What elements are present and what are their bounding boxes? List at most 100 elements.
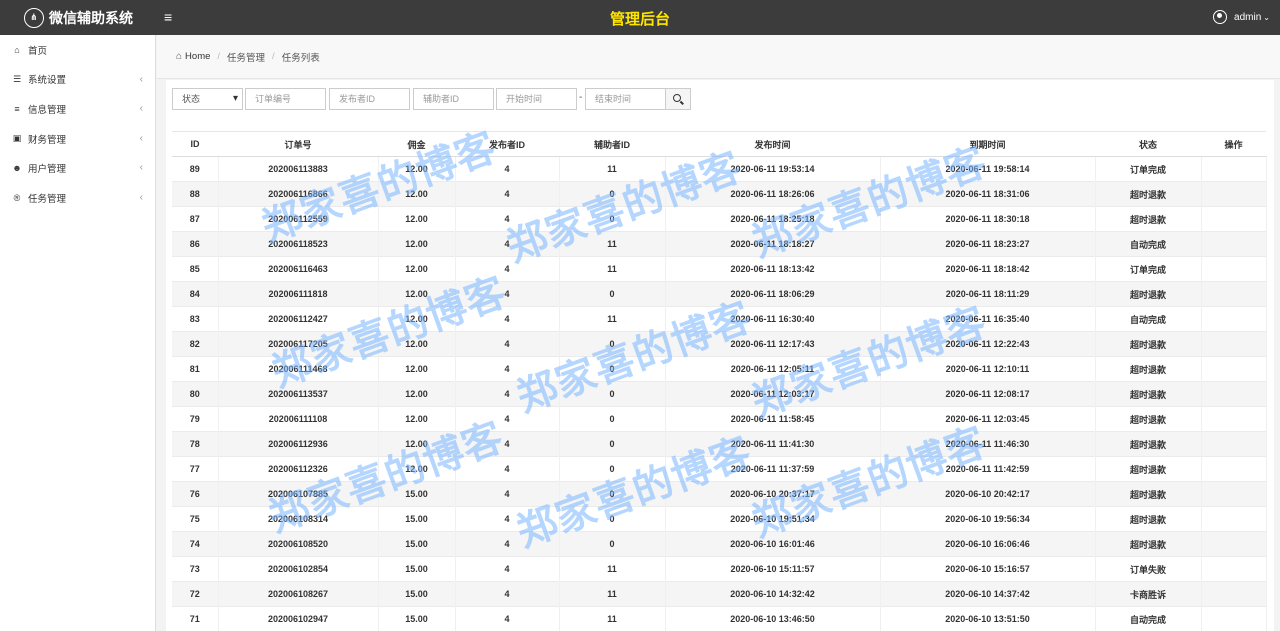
table-row[interactable]: 75 202006108314 15.00 4 0 2020-06-10 19:51:34… [172,506,1267,532]
table-cell: 2020-06-11 18:31:06 [880,181,1096,207]
table-row[interactable]: 87 202006112559 12.00 4 0 2020-06-11 18:25:18… [172,206,1267,232]
sidebar-item-task[interactable]: ® 任务管理 ‹ [0,183,155,213]
column-header[interactable]: 佣金 [378,131,455,157]
helper-id-input[interactable]: 辅助者ID [413,88,494,110]
column-header[interactable]: ID [172,131,218,157]
list-icon: ≡ [14,103,20,114]
table-cell: 0 [559,531,666,557]
table-cell: 0 [559,331,666,357]
table-cell: 12.00 [378,356,456,382]
table-row[interactable]: 73 202006102854 15.00 4 11 2020-06-10 15:11:5… [172,556,1267,582]
table-cell: 4 [455,206,560,232]
search-button[interactable] [665,88,691,110]
column-header[interactable]: 到期时间 [880,131,1095,157]
table-row[interactable]: 77 202006112326 12.00 4 0 2020-06-11 11:37:59… [172,456,1267,482]
table-row[interactable]: 72 202006108267 15.00 4 11 2020-06-10 14:32:4… [172,581,1267,607]
table-row[interactable]: 84 202006111818 12.00 4 0 2020-06-11 18:06:29… [172,281,1267,307]
table-cell: 超时退款 [1095,331,1202,357]
settings-icon: ☰ [12,73,22,84]
table-cell: 12.00 [378,406,456,432]
table-cell [1201,206,1267,232]
table-cell: 4 [455,281,560,307]
table-cell: 15.00 [378,556,456,582]
user-avatar-icon [1213,10,1228,24]
breadcrumb-home[interactable]: Home [185,51,210,62]
logo-icon: ⋔ [24,7,44,28]
column-header[interactable]: 状态 [1095,131,1201,157]
table-cell: 202006117205 [218,331,379,357]
table-cell: 202006111818 [218,281,379,307]
column-header[interactable]: 发布者ID [455,131,559,157]
table-cell [1201,481,1267,507]
table-row[interactable]: 80 202006113537 12.00 4 0 2020-06-11 12:03:17… [172,381,1267,407]
sidebar-item-home[interactable]: ⌂ 首页 [0,35,155,65]
table-row[interactable]: 76 202006107885 15.00 4 0 2020-06-10 20:37:17… [172,481,1267,507]
breadcrumb: ⌂ Home / 任务管理 / 任务列表 [157,35,1280,79]
table-cell [1201,506,1267,532]
publisher-id-input[interactable]: 发布者ID [329,88,410,110]
table-cell: 72 [172,581,219,607]
table-cell: 2020-06-10 19:51:34 [665,506,881,532]
sidebar: ⌂ 首页 ☰ 系统设置 ‹ ≡ 信息管理 ‹ ▣ 财务管理 ‹ ☻ 用户管理 ‹ ® 任务管理 ‹ [0,35,156,631]
table-cell: 2020-06-11 11:41:30 [665,431,881,457]
table-cell: 0 [559,456,666,482]
start-time-input[interactable]: 开始时间 [496,88,577,110]
table-row[interactable]: 78 202006112936 12.00 4 0 2020-06-11 11:41:30… [172,431,1267,457]
sidebar-item-settings[interactable]: ☰ 系统设置 ‹ [0,65,155,95]
brand[interactable]: ⋔ 微信辅助系统 [0,0,156,35]
user-menu[interactable]: admin ⌄ [1213,10,1270,24]
table-cell: 4 [455,331,560,357]
sidebar-item-users[interactable]: ☻ 用户管理 ‹ [0,153,155,183]
top-bar: ⋔ 微信辅助系统 ≡ 管理后台 admin ⌄ [0,0,1280,35]
hamburger-menu-icon[interactable]: ≡ [164,9,172,25]
table-cell: 202006112936 [218,431,379,457]
main-content: 状态 订单编号 发布者ID 辅助者ID 开始时间 - 结束时间 ID订单号佣金发… [166,80,1274,631]
table-cell: 2020-06-11 16:35:40 [880,306,1096,332]
table-cell: 202006112427 [218,306,379,332]
column-header[interactable]: 操作 [1201,131,1266,157]
table-row[interactable]: 86 202006118523 12.00 4 11 2020-06-11 18:18:2… [172,231,1267,257]
table-cell: 12.00 [378,381,456,407]
table-row[interactable]: 71 202006102947 15.00 4 11 2020-06-10 13:46:5… [172,606,1267,631]
table-row[interactable]: 88 202006116866 12.00 4 0 2020-06-11 18:26:06… [172,181,1267,207]
table-cell: 2020-06-10 15:11:57 [665,556,881,582]
table-cell: 0 [559,181,666,207]
table-cell: 超时退款 [1095,381,1202,407]
column-header[interactable]: 发布时间 [665,131,880,157]
table-cell: 2020-06-10 16:06:46 [880,531,1096,557]
breadcrumb-separator: / [272,51,275,62]
table-cell: 4 [455,231,560,257]
breadcrumb-task-management[interactable]: 任务管理 [227,50,265,64]
table-row[interactable]: 81 202006111468 12.00 4 0 2020-06-11 12:05:11… [172,356,1267,382]
breadcrumb-separator: / [217,51,221,62]
sidebar-item-money[interactable]: ▣ 财务管理 ‹ [0,124,155,154]
sidebar-item-list[interactable]: ≡ 信息管理 ‹ [0,94,155,124]
table-row[interactable]: 82 202006117205 12.00 4 0 2020-06-11 12:17:43… [172,331,1267,357]
table-cell: 2020-06-10 15:16:57 [880,556,1096,582]
table-row[interactable]: 79 202006111108 12.00 4 0 2020-06-11 11:58:45… [172,406,1267,432]
status-select[interactable]: 状态 [172,88,243,110]
table-row[interactable]: 85 202006116463 12.00 4 11 2020-06-11 18:13:4… [172,256,1267,282]
column-header[interactable]: 辅助者ID [559,131,665,157]
order-number-input[interactable]: 订单编号 [245,88,326,110]
end-time-input[interactable]: 结束时间 [585,88,666,110]
table-row[interactable]: 83 202006112427 12.00 4 11 2020-06-11 16:30:4… [172,306,1267,332]
table-cell: 73 [172,556,219,582]
table-cell: 202006107885 [218,481,379,507]
table-cell: 4 [455,606,560,631]
table-row[interactable]: 89 202006113883 12.00 4 11 2020-06-11 19:53:1… [172,156,1267,182]
table-row[interactable]: 74 202006108520 15.00 4 0 2020-06-10 16:01:46… [172,531,1267,557]
table-cell: 0 [559,431,666,457]
table-cell: 2020-06-11 12:17:43 [665,331,881,357]
table-cell: 自动完成 [1095,231,1202,257]
column-header[interactable]: 订单号 [218,131,378,157]
table-cell: 2020-06-11 11:42:59 [880,456,1096,482]
table-cell: 84 [172,281,219,307]
table-cell: 88 [172,181,219,207]
money-icon: ▣ [12,133,22,144]
table-cell: 12.00 [378,156,456,182]
table-body: 89 202006113883 12.00 4 11 2020-06-11 19:53:1… [172,156,1267,631]
table-cell: 4 [455,181,560,207]
table-cell: 81 [172,356,219,382]
table-cell: 2020-06-11 12:03:45 [880,406,1096,432]
